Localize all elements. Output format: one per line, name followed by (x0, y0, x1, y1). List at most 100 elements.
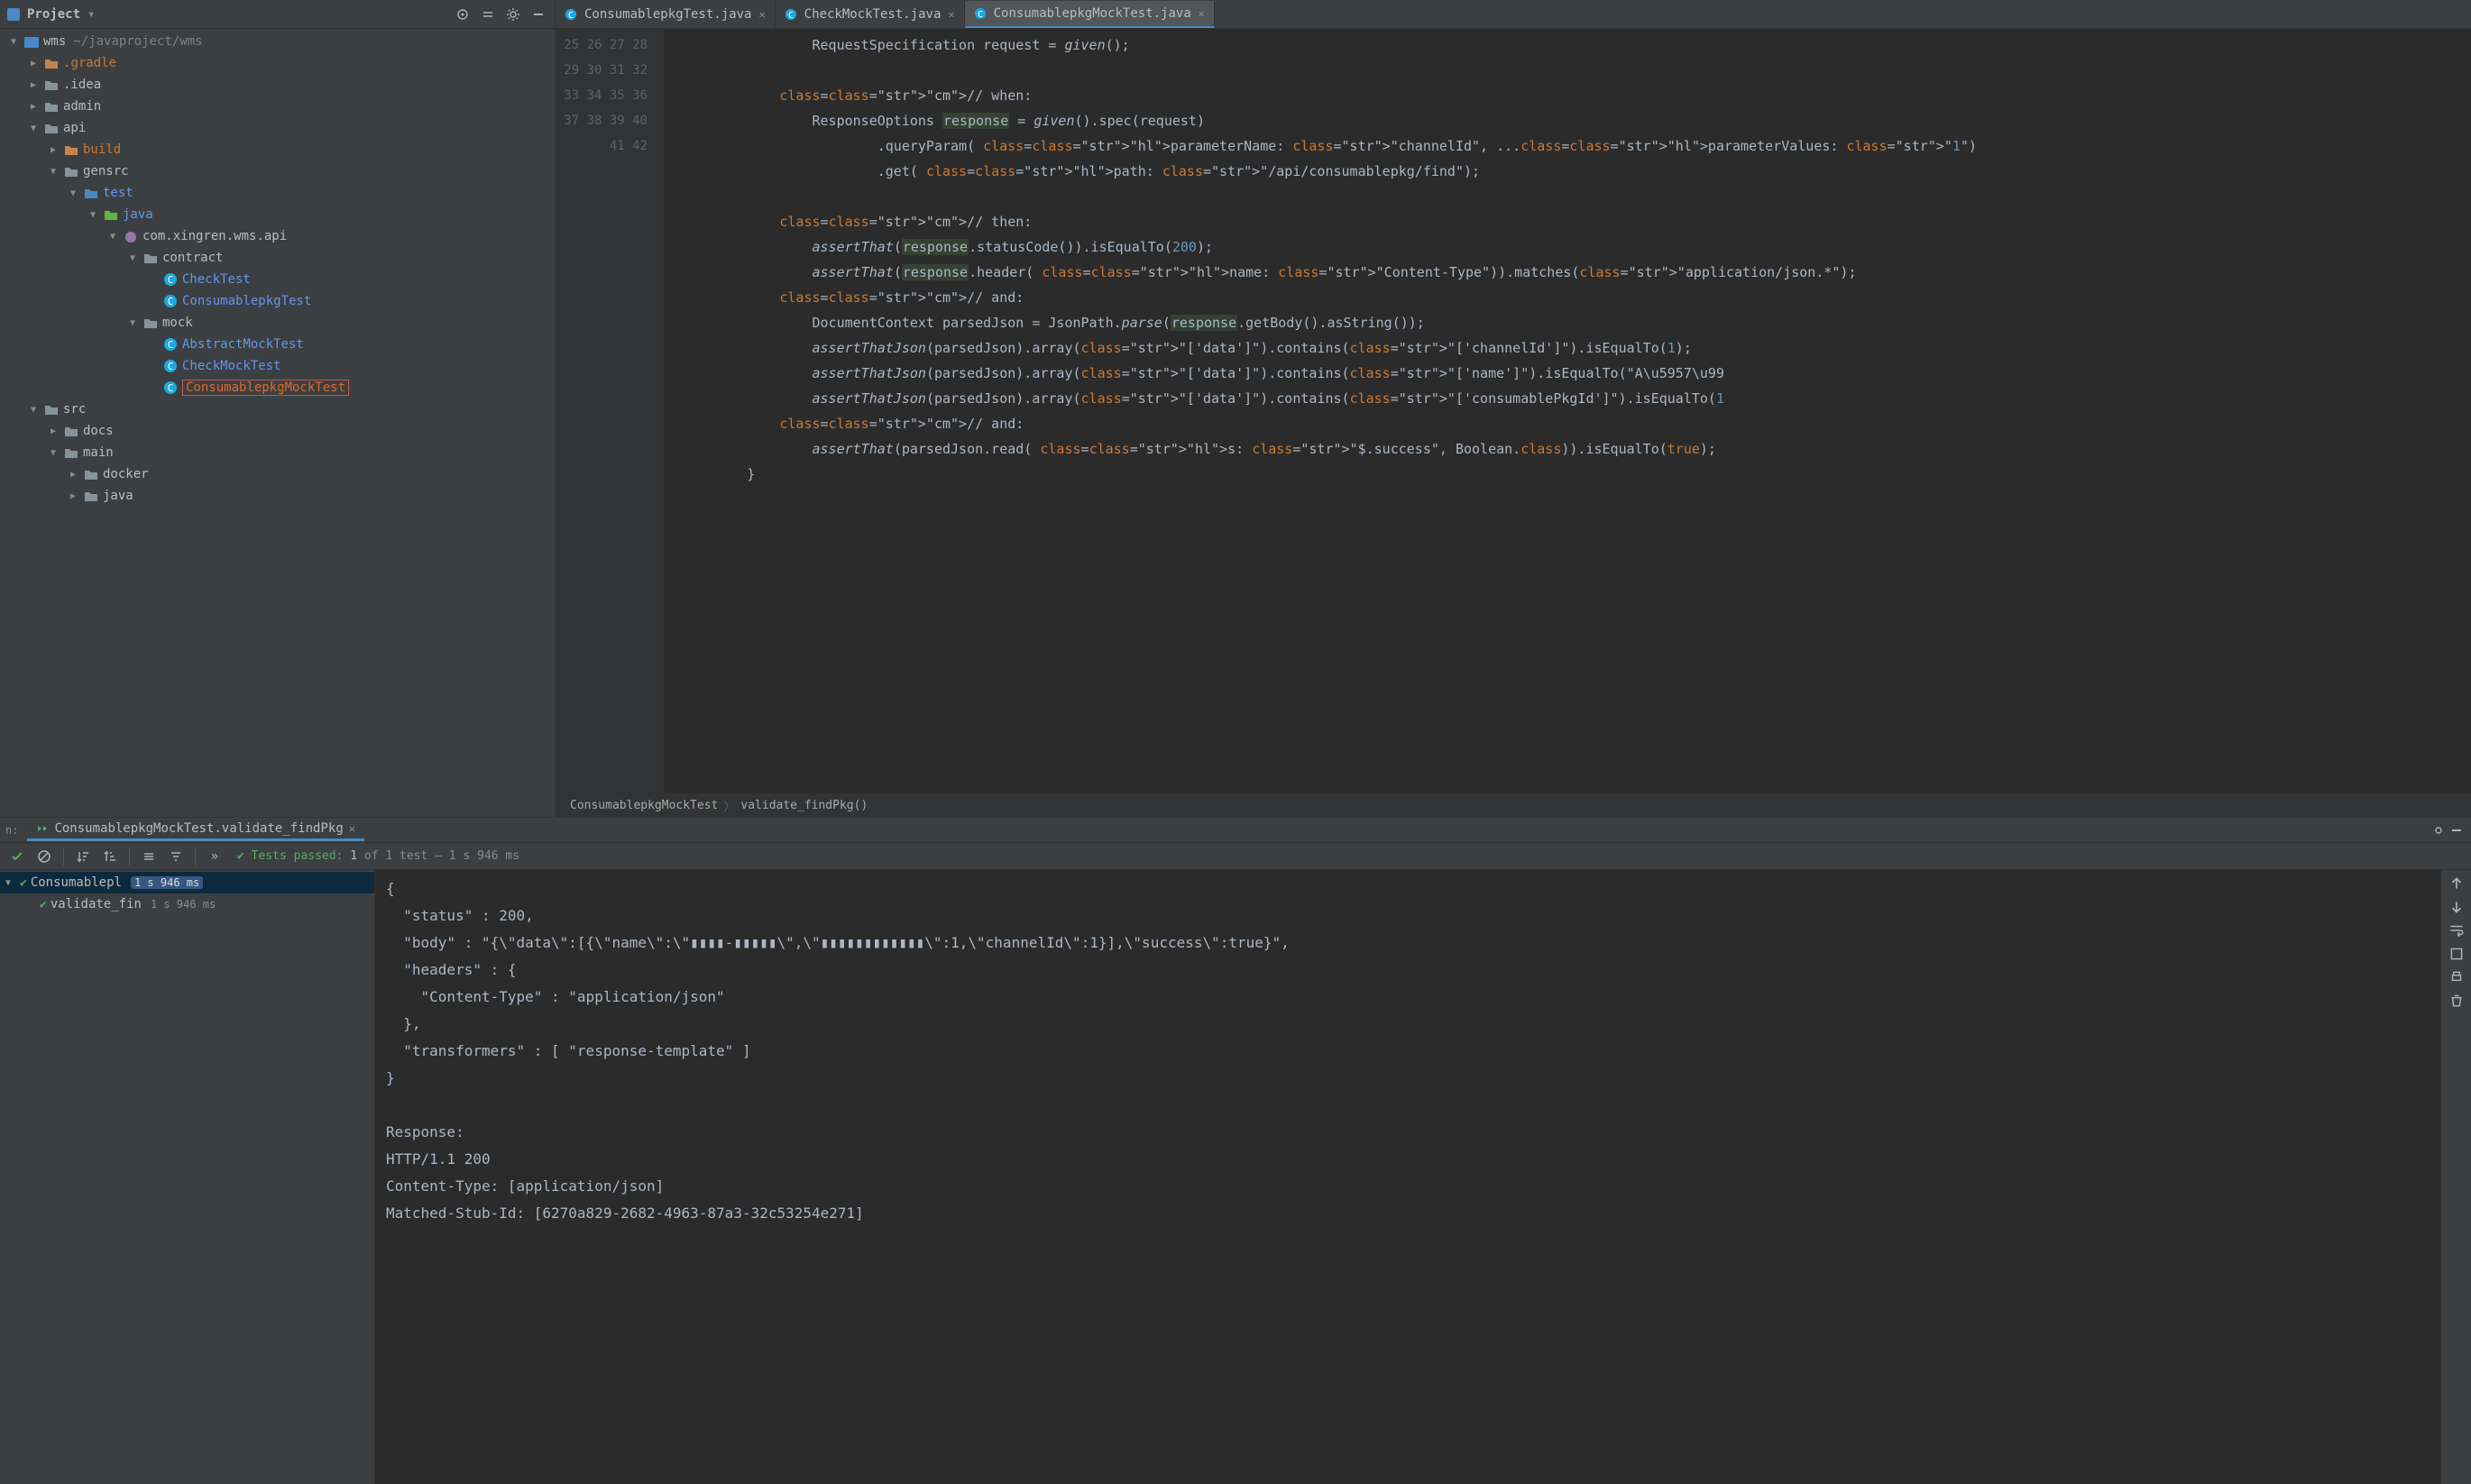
breadcrumb-class[interactable]: ConsumablepkgMockTest (570, 799, 718, 812)
locate-icon[interactable] (454, 5, 472, 23)
arrow-icon[interactable]: ▼ (106, 232, 119, 242)
arrow-icon[interactable]: ▶ (67, 491, 79, 501)
expand-icon[interactable] (137, 845, 161, 868)
tree-item-checktest[interactable]: CCheckTest (0, 269, 555, 290)
tree-item-test[interactable]: ▼test (0, 182, 555, 204)
chevron-down-icon[interactable]: ▾ (87, 7, 95, 22)
line-gutter: 25 26 27 28 29 30 31 32 33 34 35 36 37 3… (556, 29, 664, 793)
breadcrumb-method[interactable]: validate_findPkg() (740, 799, 868, 812)
run-label: n: (5, 824, 18, 837)
breadcrumb[interactable]: ConsumablepkgMockTest 〉 validate_findPkg… (556, 793, 2471, 817)
more-icon[interactable]: » (203, 845, 226, 868)
tree-item-docs[interactable]: ▶docs (0, 420, 555, 442)
sort-down-icon[interactable] (71, 845, 95, 868)
class-icon: C (162, 271, 179, 288)
run-arrows-icon (36, 822, 49, 835)
down-icon[interactable] (2448, 899, 2465, 915)
test-time: 1 s 946 ms (131, 876, 203, 889)
editor-tab[interactable]: CCheckMockTest.java✕ (776, 1, 965, 28)
test-node[interactable]: ▼✔Consumablepl1 s 946 ms (0, 872, 374, 893)
project-tree[interactable]: ▼wms~/javaproject/wms ▶ .gradle ▶.idea▶admi… (0, 29, 555, 817)
close-icon[interactable]: ✕ (948, 8, 954, 21)
arrow-icon[interactable]: ▶ (27, 80, 40, 90)
svg-text:C: C (568, 11, 574, 21)
print-icon[interactable] (2448, 969, 2465, 985)
folder-icon (63, 444, 79, 461)
editor-tabs[interactable]: CConsumablepkgTest.java✕CCheckMockTest.j… (556, 0, 2471, 29)
tree-item-src[interactable]: ▼src (0, 398, 555, 420)
tree-item-wms[interactable]: ▼wms~/javaproject/wms (0, 31, 555, 52)
collapse-icon[interactable] (479, 5, 497, 23)
test-tree[interactable]: ▼✔Consumablepl1 s 946 ms✔validate_fin1 s… (0, 870, 375, 1484)
arrow-icon[interactable]: ▼ (27, 124, 40, 133)
arrow-icon[interactable]: ▶ (47, 426, 60, 436)
tree-label: .gradle (63, 56, 116, 70)
tree-item-main[interactable]: ▼ main (0, 442, 555, 463)
folder-icon (83, 466, 99, 482)
arrow-icon[interactable]: ▶ (27, 59, 40, 69)
collapse-all-icon[interactable] (164, 845, 188, 868)
tree-item-contract[interactable]: ▼contract (0, 247, 555, 269)
editor-tab[interactable]: CConsumablepkgMockTest.java✕ (965, 1, 1215, 28)
folder-icon (43, 98, 60, 115)
folder-orange-icon (43, 55, 60, 71)
class-icon: C (785, 8, 797, 21)
tree-item-java[interactable]: ▼java (0, 204, 555, 225)
tree-item-java[interactable]: ▶java (0, 485, 555, 507)
arrow-icon[interactable]: ▶ (67, 470, 79, 480)
sort-up-icon[interactable] (98, 845, 122, 868)
up-icon[interactable] (2448, 875, 2465, 892)
code-editor[interactable]: RequestSpecification request = given(); … (664, 29, 2471, 793)
test-summary: ✔ Tests passed: 1 of 1 test – 1 s 946 ms (237, 849, 519, 863)
tree-item-admin[interactable]: ▶admin (0, 96, 555, 117)
folder-icon (83, 488, 99, 504)
scroll-icon[interactable] (2448, 946, 2465, 962)
arrow-icon[interactable]: ▼ (47, 448, 60, 458)
minimize-icon[interactable] (2448, 821, 2466, 839)
tree-item-abstractmocktest[interactable]: CAbstractMockTest (0, 334, 555, 355)
class-icon: C (162, 358, 179, 374)
gear-icon[interactable] (2430, 821, 2448, 839)
gear-icon[interactable] (504, 5, 522, 23)
wrap-icon[interactable] (2448, 922, 2465, 939)
close-icon[interactable]: ✕ (758, 8, 765, 21)
minimize-icon[interactable] (529, 5, 547, 23)
test-node[interactable]: ✔validate_fin1 s 946 ms (0, 893, 374, 915)
tree-item-com-xingren-wms-api[interactable]: ▼ com.xingren.wms.api (0, 225, 555, 247)
arrow-icon[interactable]: ▼ (67, 188, 79, 198)
tree-item-build[interactable]: ▶build (0, 139, 555, 160)
trash-icon[interactable] (2448, 993, 2465, 1009)
arrow-icon[interactable]: ▼ (5, 878, 16, 888)
test-name: Consumablepl (31, 875, 122, 890)
ok-icon[interactable] (5, 845, 29, 868)
close-icon[interactable]: ✕ (1199, 7, 1205, 20)
tree-item-api[interactable]: ▼api (0, 117, 555, 139)
arrow-icon[interactable]: ▼ (126, 318, 139, 328)
tree-label: com.xingren.wms.api (142, 229, 287, 243)
arrow-icon[interactable]: ▼ (126, 253, 139, 263)
arrow-icon[interactable]: ▼ (7, 37, 20, 47)
arrow-icon[interactable]: ▼ (47, 167, 60, 177)
console-output[interactable]: { "status" : 200, "body" : "{\"data\":[{… (375, 870, 2440, 1484)
close-icon[interactable]: ✕ (349, 822, 355, 835)
tree-item--idea[interactable]: ▶.idea (0, 74, 555, 96)
tree-item-checkmocktest[interactable]: CCheckMockTest (0, 355, 555, 377)
stop-icon[interactable] (32, 845, 56, 868)
tree-item-consumablepkgtest[interactable]: CConsumablepkgTest (0, 290, 555, 312)
tree-item-consumablepkgmocktest[interactable]: CConsumablepkgMockTest (0, 377, 555, 398)
arrow-icon[interactable]: ▼ (27, 405, 40, 415)
folder-orange-icon (63, 142, 79, 158)
editor-tab[interactable]: CConsumablepkgTest.java✕ (556, 1, 776, 28)
svg-text:C: C (168, 296, 174, 307)
arrow-icon[interactable]: ▶ (47, 145, 60, 155)
run-config-tab[interactable]: ConsumablepkgMockTest.validate_findPkg ✕ (27, 820, 364, 841)
folder-icon (142, 315, 159, 331)
tree-item-mock[interactable]: ▼mock (0, 312, 555, 334)
module-icon (23, 33, 40, 50)
arrow-icon[interactable]: ▶ (27, 102, 40, 112)
tree-label: main (83, 445, 114, 460)
arrow-icon[interactable]: ▼ (87, 210, 99, 220)
tree-item--gradle[interactable]: ▶ .gradle (0, 52, 555, 74)
tree-item-docker[interactable]: ▶docker (0, 463, 555, 485)
tree-item-gensrc[interactable]: ▼gensrc (0, 160, 555, 182)
